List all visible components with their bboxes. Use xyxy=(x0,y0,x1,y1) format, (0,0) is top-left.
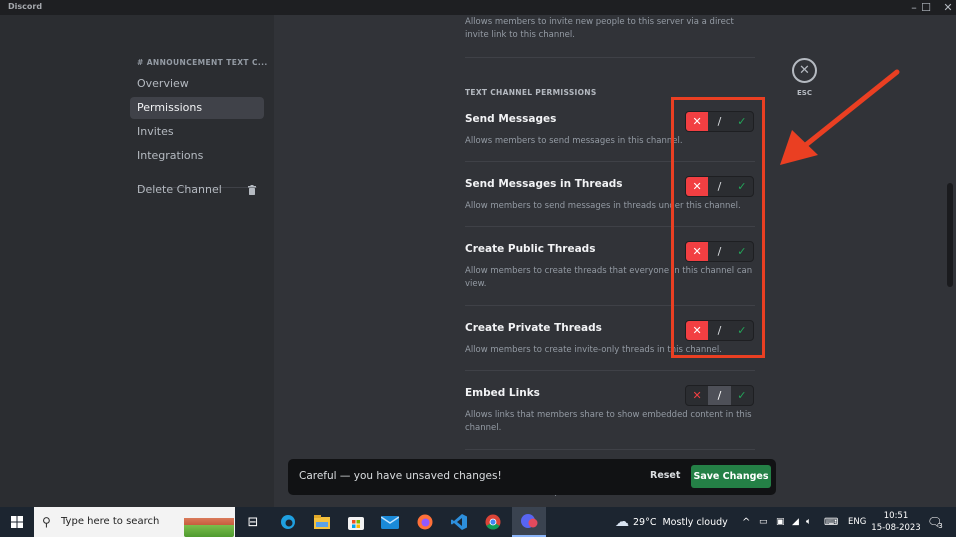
discord-taskbar-icon[interactable] xyxy=(512,507,546,537)
app-title: Discord xyxy=(8,2,43,11)
unsaved-changes-bar: Careful — you have unsaved changes! Rese… xyxy=(288,459,776,495)
annotation-arrow-icon xyxy=(780,69,900,165)
trash-icon xyxy=(248,185,256,195)
battery-icon[interactable]: ▭ xyxy=(759,507,768,537)
permission-title: Send Messages xyxy=(465,113,557,125)
volume-icon[interactable]: 🔈︎ xyxy=(806,507,811,537)
channel-name-header: # ANNOUNCEMENT TEXT C... xyxy=(137,58,268,67)
meet-now-icon[interactable]: ▣ xyxy=(776,507,785,537)
save-changes-button[interactable]: Save Changes xyxy=(691,465,771,488)
language-indicator[interactable]: ENG xyxy=(848,507,866,537)
edge-icon[interactable] xyxy=(277,511,299,533)
section-label: TEXT CHANNEL PERMISSIONS xyxy=(465,88,597,97)
sidebar-item-integrations[interactable]: Integrations xyxy=(130,145,264,167)
search-highlight-image xyxy=(184,510,234,537)
clock-date: 15-08-2023 xyxy=(871,523,921,533)
windows-taskbar: ⚲ Type here to search ⊟ ☁ 29°C Mostly cl… xyxy=(0,507,956,537)
maximize-icon: ☐ xyxy=(921,1,931,14)
weather-condition: Mostly cloudy xyxy=(662,516,728,528)
divider xyxy=(465,370,755,371)
notification-count: 3 xyxy=(938,522,943,530)
file-explorer-icon[interactable] xyxy=(311,511,333,533)
slash-icon: / xyxy=(717,389,722,402)
scrollbar-thumb[interactable] xyxy=(947,183,953,287)
delete-channel-button[interactable]: Delete Channel xyxy=(130,179,264,201)
sidebar-item-permissions[interactable]: Permissions xyxy=(130,97,264,119)
divider xyxy=(465,57,755,58)
check-icon: ✓ xyxy=(737,389,747,402)
chrome-icon[interactable] xyxy=(482,511,504,533)
chevron-up-icon: ^ xyxy=(742,516,751,528)
neutral-button[interactable]: / xyxy=(708,386,731,405)
sidebar-item-overview[interactable]: Overview xyxy=(130,73,264,95)
invite-permission-description: Allows members to invite new people to t… xyxy=(465,17,734,40)
firefox-icon[interactable] xyxy=(414,511,436,533)
weather-widget[interactable]: ☁ 29°C Mostly cloudy xyxy=(615,507,728,537)
deny-button[interactable]: ✕ xyxy=(686,386,708,405)
settings-sidebar: # ANNOUNCEMENT TEXT C... Overview Permis… xyxy=(0,15,274,507)
permission-title: Send Messages in Threads xyxy=(465,178,623,190)
reset-button[interactable]: Reset xyxy=(650,470,680,481)
allow-button[interactable]: ✓ xyxy=(731,386,753,405)
cloud-icon: ☁ xyxy=(615,514,629,530)
annotation-highlight-box xyxy=(671,97,765,358)
permission-title: Create Private Threads xyxy=(465,322,602,334)
start-button[interactable] xyxy=(0,507,34,537)
wifi-icon[interactable]: ◢ xyxy=(792,507,799,537)
clock[interactable]: 10:51 15-08-2023 xyxy=(870,510,922,534)
permission-title: Create Public Threads xyxy=(465,243,596,255)
microsoft-store-icon[interactable] xyxy=(345,511,367,533)
close-icon: ✕ xyxy=(943,1,953,14)
clock-time: 10:51 xyxy=(883,511,909,521)
sidebar-item-invites[interactable]: Invites xyxy=(130,121,264,143)
search-placeholder: Type here to search xyxy=(61,516,160,527)
x-icon: ✕ xyxy=(692,389,702,402)
permission-description: Allows links that members share to show … xyxy=(465,410,752,433)
notification-center-button[interactable]: 🗨︎ 3 xyxy=(927,507,943,537)
permission-toggle-embed-links: ✕ / ✓ xyxy=(685,385,754,406)
taskbar-search-box[interactable]: ⚲ Type here to search xyxy=(34,507,235,537)
unsaved-message: Careful — you have unsaved changes! xyxy=(299,470,502,482)
close-window-button[interactable]: ✕ xyxy=(934,0,956,15)
windows-logo-icon xyxy=(11,516,23,528)
title-bar: Discord – ☐ ✕ xyxy=(0,0,956,15)
vscode-icon[interactable] xyxy=(448,511,470,533)
permission-title: Embed Links xyxy=(465,387,540,399)
mail-icon[interactable] xyxy=(379,511,401,533)
search-icon: ⚲ xyxy=(42,515,51,529)
divider xyxy=(465,449,755,450)
show-hidden-icons-button[interactable]: ^ xyxy=(742,507,750,537)
keyboard-icon[interactable]: ⌨ xyxy=(824,507,838,537)
task-view-icon[interactable]: ⊟ xyxy=(242,511,264,533)
weather-temp: 29°C xyxy=(633,516,657,528)
